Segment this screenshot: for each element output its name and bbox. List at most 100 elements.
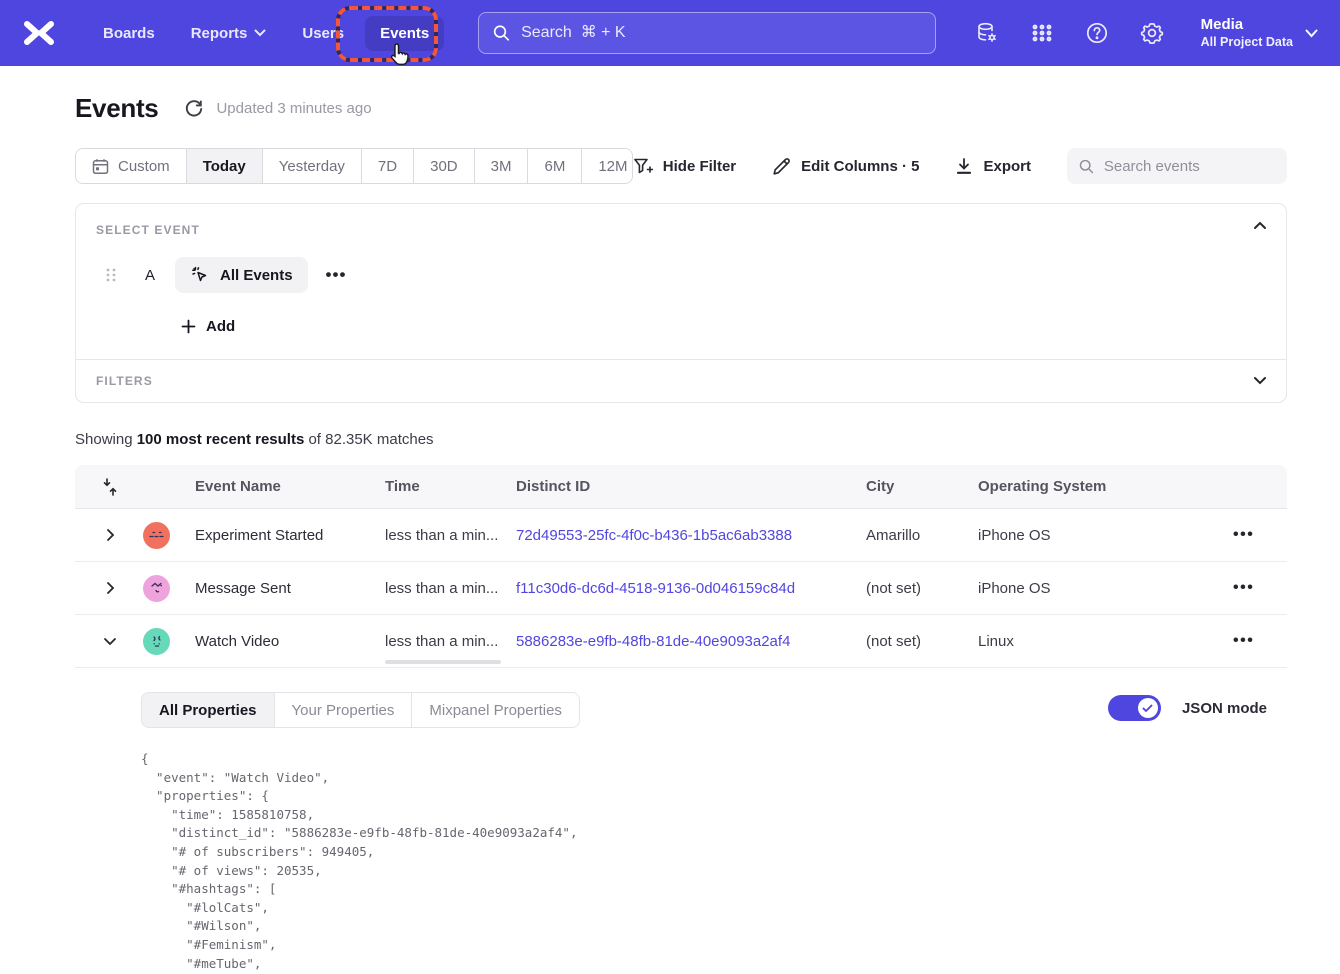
results-count: 100 most recent results [137, 431, 305, 448]
event-avatar [143, 522, 170, 549]
clause-letter: A [145, 267, 155, 284]
table-row[interactable]: Message Sent less than a min... f11c30d6… [75, 562, 1287, 615]
date-range-6m[interactable]: 6M [528, 149, 582, 183]
tab-mixpanel-properties[interactable]: Mixpanel Properties [412, 693, 579, 727]
chevron-down-icon [254, 29, 266, 37]
results-prefix: Showing [75, 431, 137, 448]
settings-gear-icon[interactable] [1140, 21, 1164, 45]
row-menu-button[interactable]: ••• [1233, 637, 1254, 645]
plus-icon [181, 319, 196, 334]
event-os: Linux [978, 633, 1185, 650]
distinct-id-link[interactable]: f11c30d6-dc6d-4518-9136-0d046159c84d [516, 580, 866, 597]
project-scope: All Project Data [1201, 34, 1293, 51]
event-city: (not set) [866, 580, 978, 597]
chevron-down-icon [1305, 29, 1318, 38]
mixpanel-logo-icon[interactable] [22, 20, 56, 46]
event-name: Watch Video [195, 633, 385, 650]
nav-item-reports[interactable]: Reports [176, 16, 282, 51]
global-search-input[interactable] [521, 24, 921, 42]
row-menu-button[interactable]: ••• [1233, 531, 1254, 539]
expand-row-icon[interactable] [102, 580, 118, 596]
date-range-7d[interactable]: 7D [362, 149, 414, 183]
json-mode-label: JSON mode [1182, 700, 1267, 717]
calendar-icon [92, 158, 109, 175]
nav-item-users[interactable]: Users [287, 16, 359, 51]
date-range-30d[interactable]: 30D [414, 149, 475, 183]
col-time[interactable]: Time [385, 478, 516, 495]
date-range-yesterday[interactable]: Yesterday [263, 149, 362, 183]
query-builder-card: SELECT EVENT A All Events ••• [75, 203, 1287, 403]
help-icon[interactable] [1085, 21, 1109, 45]
clause-more-button[interactable]: ••• [326, 270, 347, 280]
last-updated-text: Updated 3 minutes ago [216, 100, 371, 117]
table-header: Event Name Time Distinct ID City Operati… [75, 465, 1287, 509]
event-selector-pill[interactable]: All Events [175, 257, 308, 293]
nav-item-events[interactable]: Events [365, 16, 444, 51]
event-avatar [143, 628, 170, 655]
filter-funnel-icon [633, 157, 653, 176]
properties-tabs: All Properties Your Properties Mixpanel … [141, 692, 580, 728]
nav-item-boards[interactable]: Boards [88, 16, 170, 51]
date-range-today[interactable]: Today [187, 149, 263, 183]
event-time: less than a min... [385, 527, 516, 544]
col-event-name[interactable]: Event Name [195, 478, 385, 495]
project-selector[interactable]: Media All Project Data [1201, 15, 1318, 51]
event-details-panel: All Properties Your Properties Mixpanel … [75, 668, 1287, 974]
search-icon [1079, 158, 1094, 175]
table-row-expanded[interactable]: Watch Video less than a min... 5886283e-… [75, 615, 1287, 668]
collapse-row-icon[interactable] [102, 633, 118, 649]
filters-label: FILTERS [96, 374, 1266, 388]
export-label: Export [983, 158, 1031, 175]
results-suffix: of 82.35K matches [304, 431, 433, 448]
expand-row-icon[interactable] [102, 527, 118, 543]
date-range-3m[interactable]: 3M [475, 149, 529, 183]
date-range-custom[interactable]: Custom [76, 149, 187, 183]
collapse-section-icon[interactable] [1252, 218, 1268, 234]
event-name: Message Sent [195, 580, 385, 597]
row-menu-button[interactable]: ••• [1233, 584, 1254, 592]
add-event-button[interactable]: Add [181, 318, 1266, 335]
edit-columns-label: Edit Columns · 5 [801, 158, 919, 175]
events-page: Events Updated 3 minutes ago Custom Toda… [75, 93, 1287, 974]
hide-filter-label: Hide Filter [663, 158, 736, 175]
data-management-icon[interactable] [975, 21, 999, 45]
edit-columns-button[interactable]: Edit Columns · 5 [772, 157, 919, 176]
sort-time-icon[interactable] [102, 478, 118, 496]
tab-your-properties[interactable]: Your Properties [275, 693, 413, 727]
event-json-payload: { "event": "Watch Video", "properties": … [141, 750, 1287, 974]
date-range-12m[interactable]: 12M [582, 149, 632, 183]
json-mode-toggle[interactable] [1108, 695, 1161, 721]
search-icon [493, 24, 510, 42]
event-time: less than a min... [385, 580, 516, 597]
drag-handle-icon[interactable] [104, 267, 118, 283]
expand-filters-icon[interactable] [1252, 372, 1268, 388]
project-name: Media [1201, 15, 1293, 34]
export-button[interactable]: Export [955, 157, 1031, 176]
events-search[interactable] [1067, 148, 1287, 184]
col-city[interactable]: City [866, 478, 978, 495]
event-name: Experiment Started [195, 527, 385, 544]
apps-grid-icon[interactable] [1030, 21, 1054, 45]
events-search-input[interactable] [1104, 158, 1275, 175]
select-event-section: SELECT EVENT A All Events ••• [76, 204, 1286, 359]
page-title: Events [75, 93, 158, 124]
tab-all-properties[interactable]: All Properties [142, 693, 275, 727]
nav-item-reports-label: Reports [191, 25, 248, 42]
magic-cursor-icon [190, 265, 210, 285]
global-search[interactable] [478, 12, 936, 54]
filters-section[interactable]: FILTERS [76, 359, 1286, 402]
events-table: Event Name Time Distinct ID City Operati… [75, 465, 1287, 974]
add-event-label: Add [206, 318, 235, 335]
event-time: less than a min... [385, 633, 516, 650]
hide-filter-button[interactable]: Hide Filter [633, 157, 736, 176]
col-distinct-id[interactable]: Distinct ID [516, 478, 866, 495]
event-city: Amarillo [866, 527, 978, 544]
date-range-custom-label: Custom [118, 158, 170, 175]
horizontal-scrollbar[interactable] [385, 660, 501, 664]
refresh-icon[interactable] [184, 99, 204, 119]
table-row[interactable]: Experiment Started less than a min... 72… [75, 509, 1287, 562]
results-summary: Showing 100 most recent results of 82.35… [75, 431, 1287, 448]
distinct-id-link[interactable]: 5886283e-e9fb-48fb-81de-40e9093a2af4 [516, 633, 866, 650]
col-os[interactable]: Operating System [978, 478, 1185, 495]
distinct-id-link[interactable]: 72d49553-25fc-4f0c-b436-1b5ac6ab3388 [516, 527, 866, 544]
